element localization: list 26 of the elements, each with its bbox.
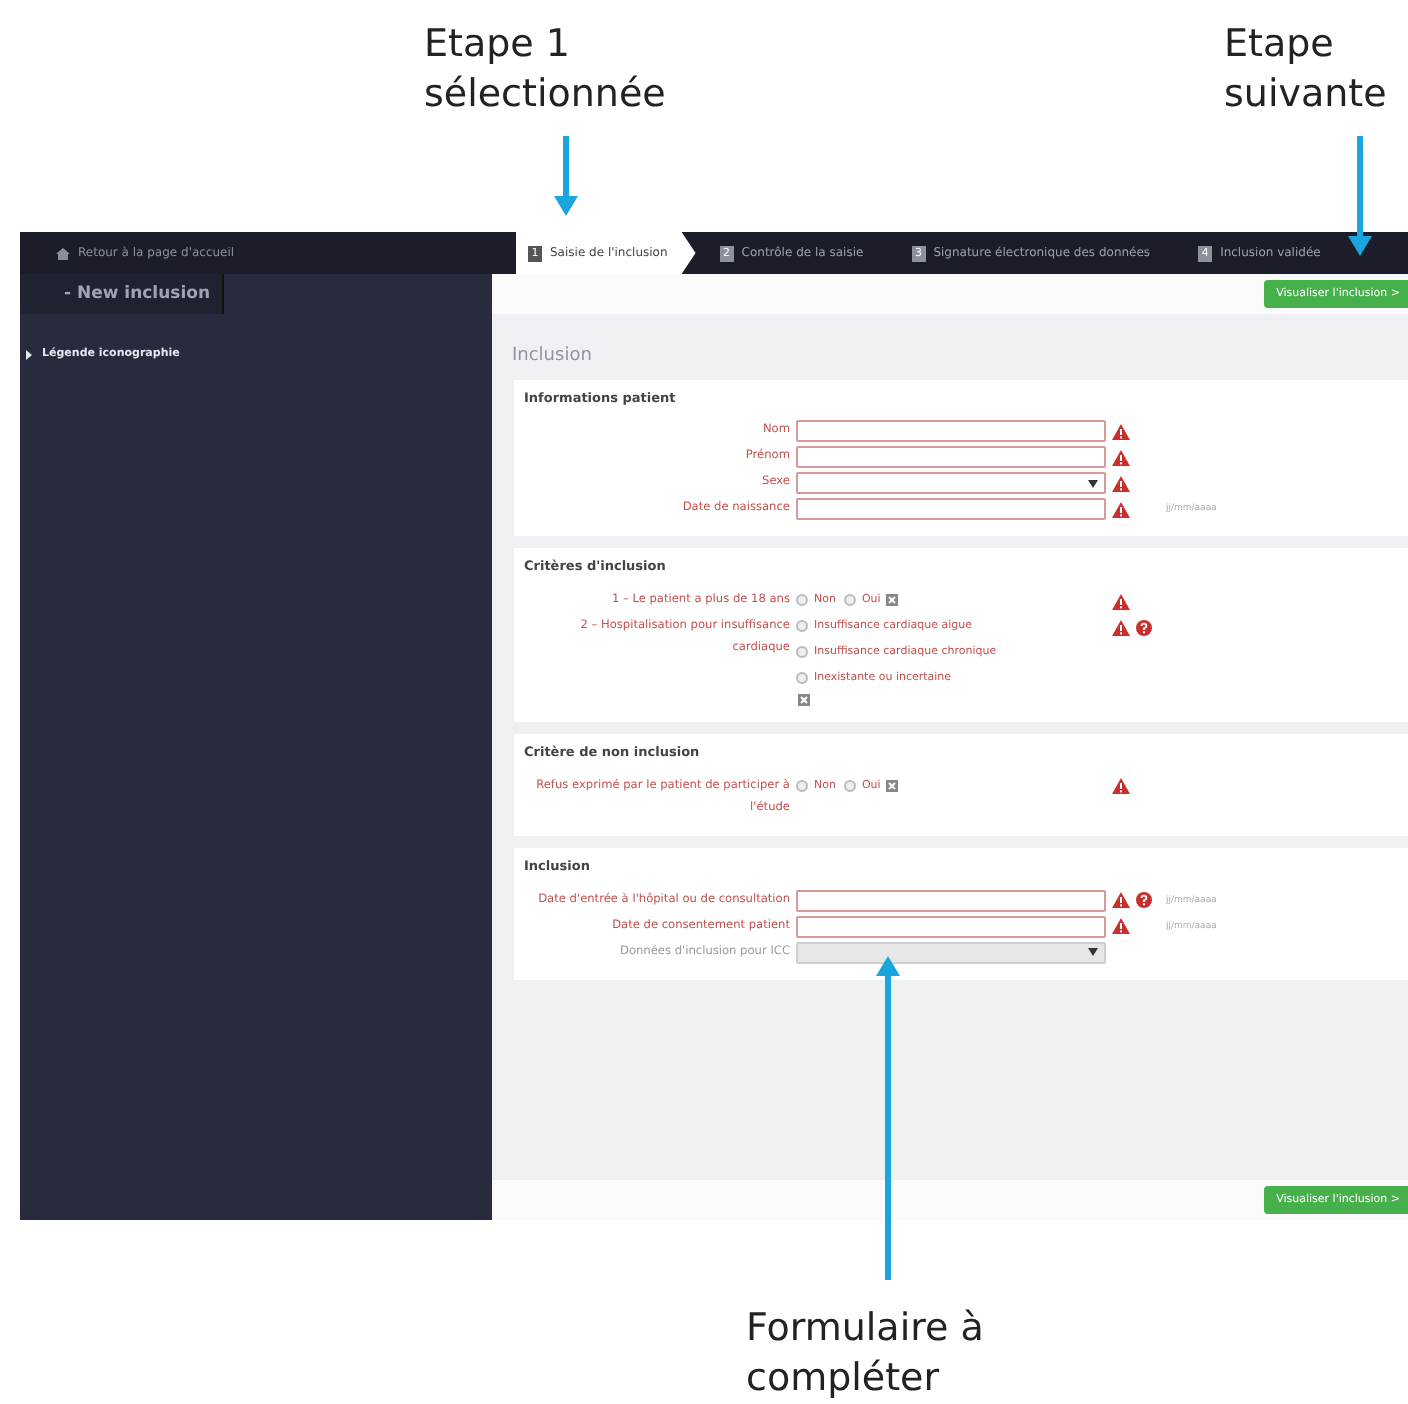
arrow <box>554 136 578 216</box>
input-field[interactable] <box>796 915 1106 937</box>
input-field[interactable] <box>796 889 1106 911</box>
sidebar-title: - New inclusion <box>20 274 224 314</box>
radio-button[interactable] <box>796 672 808 684</box>
annotation-text: Formulaire à compléter <box>746 1304 984 1404</box>
radio-button[interactable] <box>796 620 808 632</box>
page-title: Inclusion <box>510 344 594 370</box>
select-field[interactable] <box>796 472 1106 495</box>
annotation-text: Etape suivante <box>1224 20 1387 120</box>
radio-button[interactable] <box>796 594 808 606</box>
radio-button[interactable] <box>796 779 808 792</box>
radio-button[interactable] <box>843 779 856 792</box>
arrow <box>1348 136 1372 256</box>
input-field[interactable] <box>796 446 1106 469</box>
clear-icon <box>886 779 899 792</box>
input-field[interactable] <box>796 420 1106 443</box>
radio-button[interactable] <box>796 646 808 658</box>
home-icon <box>56 247 70 259</box>
caret-icon <box>1088 479 1098 488</box>
clear-icon <box>886 594 899 606</box>
input-field[interactable] <box>796 498 1106 521</box>
caret-icon <box>1088 948 1098 956</box>
clear-icon <box>798 694 810 706</box>
annotation-text: Etape 1 sélectionnée <box>424 20 666 120</box>
radio-button[interactable] <box>843 594 856 606</box>
